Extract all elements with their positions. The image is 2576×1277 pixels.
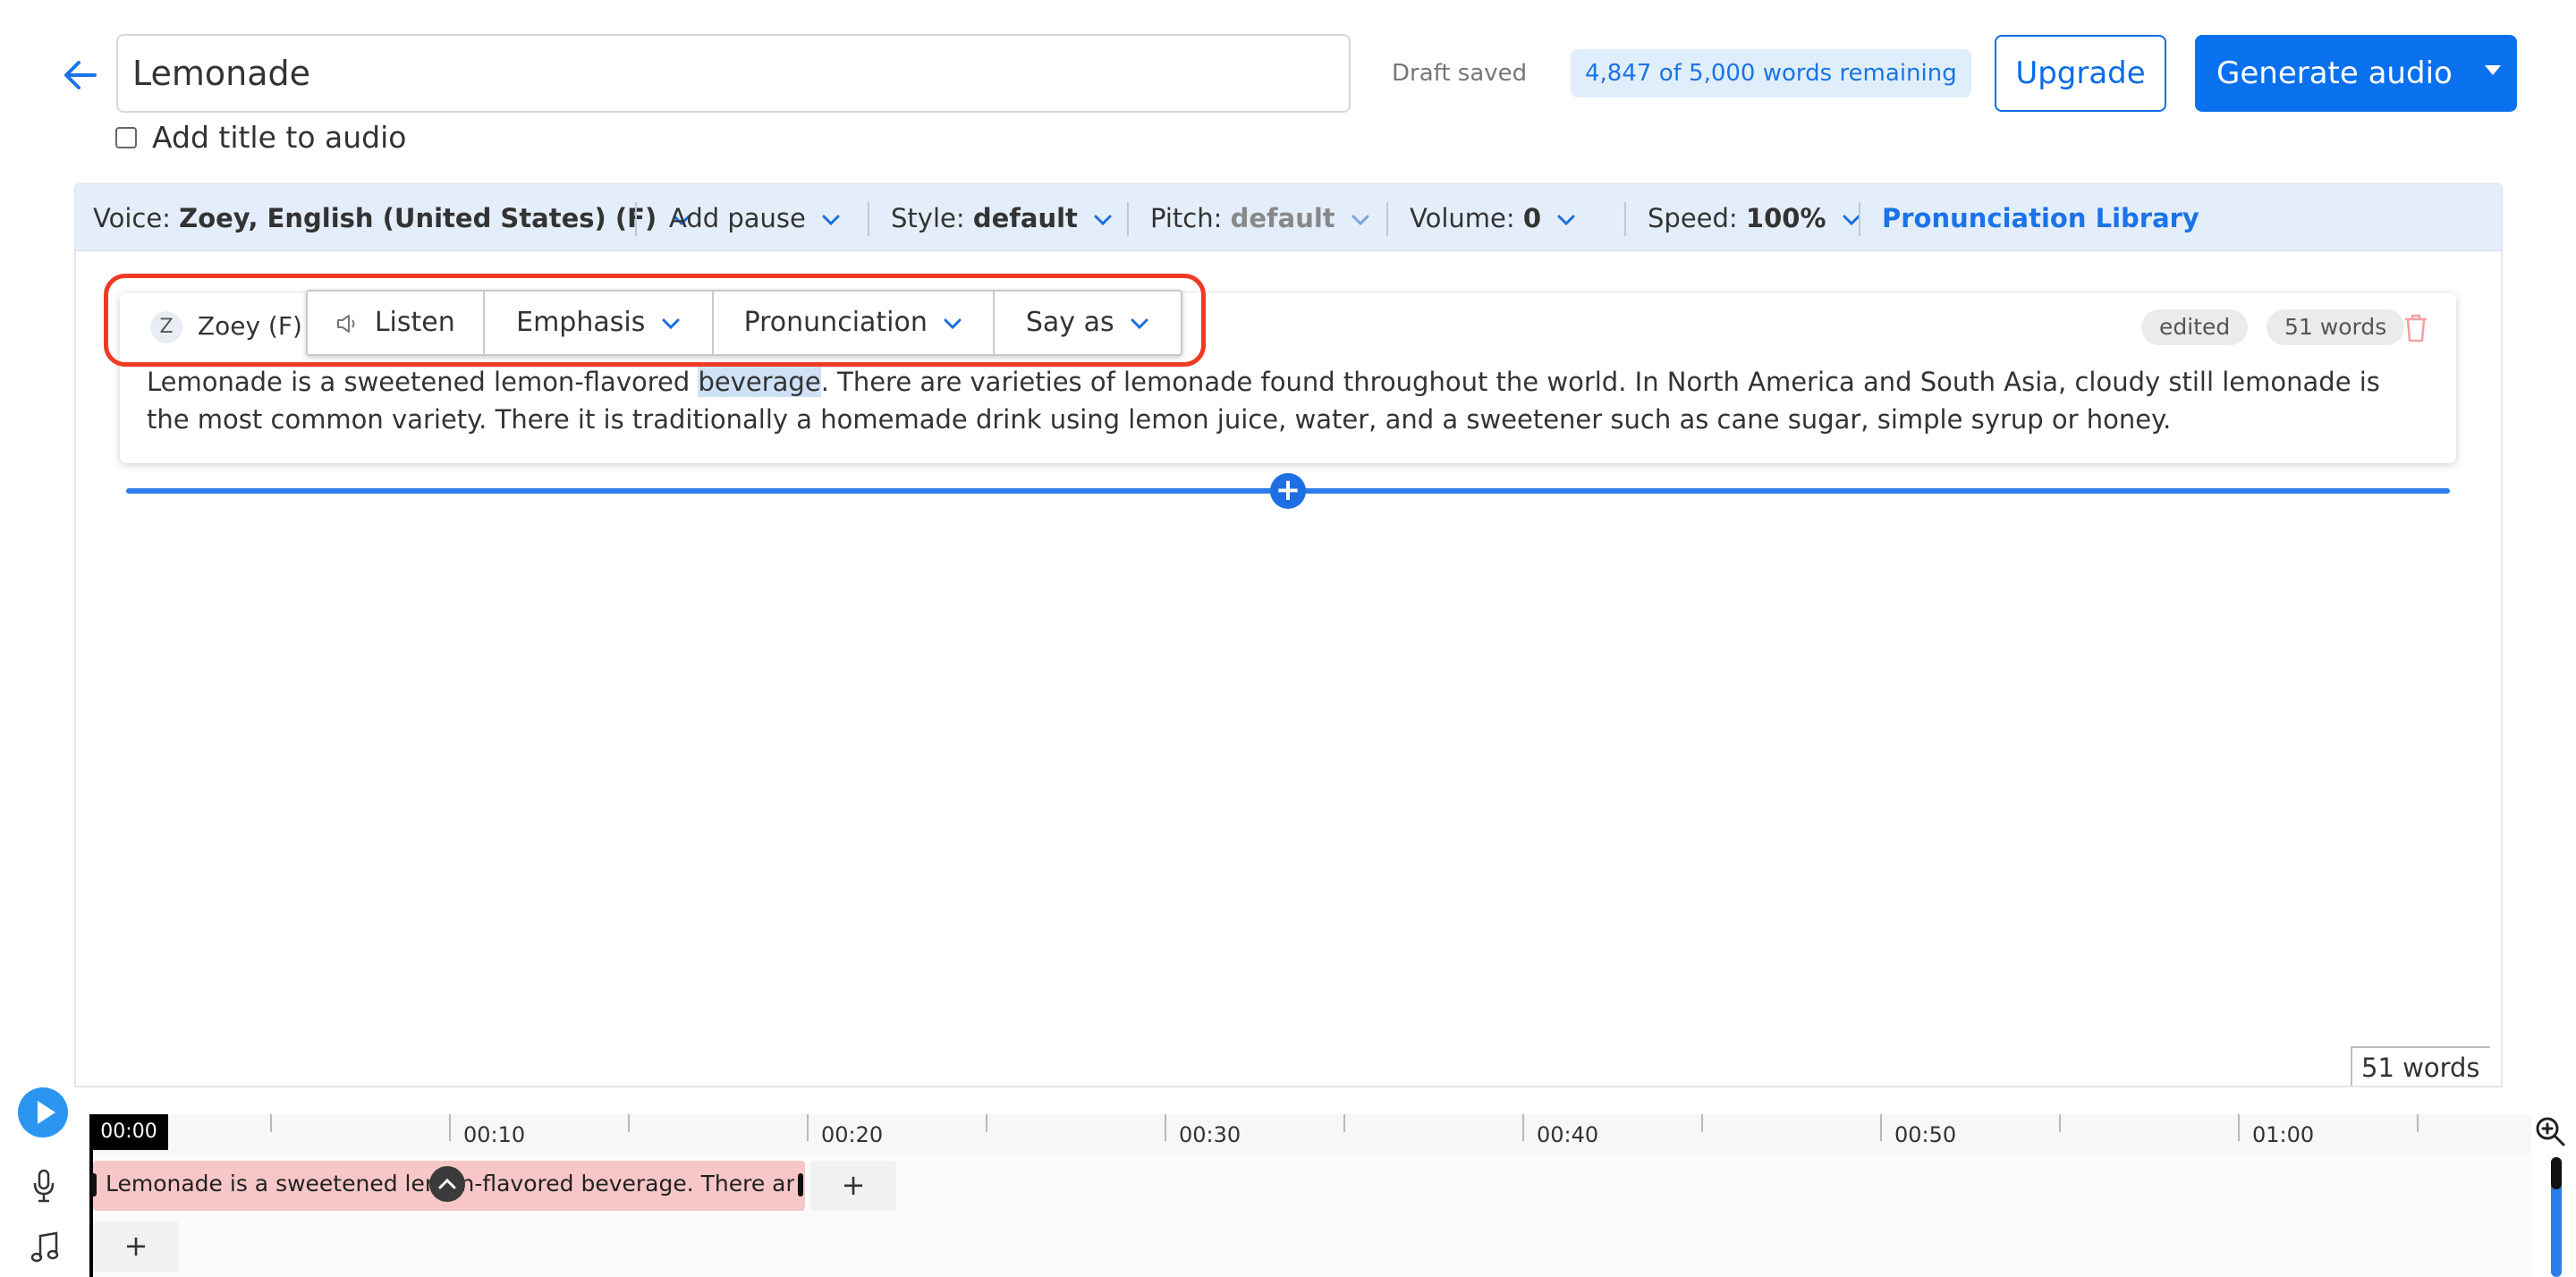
- chevron-up-icon[interactable]: [429, 1166, 465, 1202]
- ruler-tick: [628, 1114, 630, 1132]
- music-note-icon: [29, 1230, 61, 1264]
- chevron-down-icon: [821, 214, 841, 226]
- scrollbar-thumb[interactable]: [2551, 1157, 2562, 1189]
- speed-label: Speed:: [1648, 203, 1738, 233]
- block-word-count-badge: 51 words: [2267, 309, 2405, 345]
- ruler-tick: [1343, 1114, 1345, 1132]
- block-text[interactable]: Lemonade is a sweetened lemon-flavored b…: [147, 363, 2419, 438]
- play-icon: [38, 1101, 55, 1124]
- voice-selector[interactable]: Voice: Zoey, English (United States) (F): [93, 184, 691, 252]
- speed-dropdown[interactable]: Speed: 100%: [1648, 184, 1861, 252]
- block-text-before: Lemonade is a sweetened lemon-flavored: [147, 367, 699, 397]
- chevron-down-icon: [1351, 214, 1370, 226]
- toolbar-divider: [868, 202, 869, 236]
- edited-badge: edited: [2141, 309, 2249, 345]
- ruler-tick: [270, 1114, 272, 1132]
- clip-handle-right[interactable]: [798, 1173, 803, 1197]
- ruler-tick: [2238, 1114, 2240, 1141]
- pitch-dropdown[interactable]: Pitch: default: [1150, 184, 1370, 252]
- add-pause-dropdown[interactable]: Add pause: [669, 184, 841, 252]
- editor-word-count: 51 words: [2351, 1046, 2490, 1086]
- style-value: default: [972, 203, 1078, 233]
- toolbar-divider: [1127, 202, 1129, 236]
- ruler-tick: [449, 1114, 451, 1141]
- style-label: Style:: [891, 203, 965, 233]
- add-title-checkbox[interactable]: [115, 127, 137, 148]
- generate-audio-button[interactable]: Generate audio: [2195, 35, 2517, 112]
- caret-down-icon[interactable]: [2485, 65, 2501, 75]
- toolbar-divider: [1386, 202, 1388, 236]
- volume-value: 0: [1522, 203, 1542, 233]
- add-clip-button[interactable]: +: [810, 1161, 896, 1211]
- add-title-label: Add title to audio: [152, 120, 407, 155]
- timeline-ruler[interactable]: 00:10 00:20 00:30 00:40 00:50 01:00: [89, 1114, 2531, 1154]
- ruler-label: 00:30: [1179, 1122, 1241, 1147]
- ruler-tick: [986, 1114, 987, 1132]
- pitch-label: Pitch:: [1150, 203, 1223, 233]
- toolbar-divider: [1859, 202, 1860, 236]
- pronunciation-library-link[interactable]: Pronunciation Library: [1882, 184, 2199, 252]
- add-pause-label: Add pause: [669, 203, 806, 233]
- microphone-icon: [30, 1168, 57, 1204]
- add-music-button[interactable]: +: [93, 1222, 179, 1272]
- chevron-down-icon: [1556, 214, 1576, 226]
- speed-value: 100%: [1745, 203, 1826, 233]
- ruler-label: 00:10: [463, 1122, 526, 1147]
- title-input[interactable]: [116, 34, 1351, 113]
- clip-handle-left[interactable]: [91, 1173, 97, 1197]
- ruler-label: 00:20: [821, 1122, 884, 1147]
- ruler-tick: [1522, 1114, 1524, 1141]
- ruler-tick: [1165, 1114, 1166, 1141]
- add-block-button[interactable]: +: [1270, 473, 1306, 509]
- toolbar-divider: [1624, 202, 1626, 236]
- voice-value: Zoey, English (United States) (F): [179, 203, 657, 233]
- ruler-tick: [1701, 1114, 1703, 1132]
- voice-label: Voice:: [93, 203, 171, 233]
- voice-toolbar: Voice: Zoey, English (United States) (F)…: [74, 183, 2503, 251]
- trash-icon[interactable]: [2402, 313, 2429, 343]
- pitch-value: default: [1230, 203, 1335, 233]
- generate-audio-label: Generate audio: [2216, 55, 2453, 91]
- volume-label: Volume:: [1410, 203, 1515, 233]
- ruler-tick: [2417, 1114, 2419, 1132]
- ruler-label: 01:00: [2252, 1122, 2315, 1147]
- upgrade-button[interactable]: Upgrade: [1995, 35, 2166, 112]
- chevron-down-icon: [1093, 214, 1113, 226]
- back-arrow-icon[interactable]: [59, 54, 102, 97]
- style-dropdown[interactable]: Style: default: [891, 184, 1113, 252]
- ruler-tick: [807, 1114, 809, 1141]
- ruler-tick: [2059, 1114, 2061, 1132]
- highlight-annotation: [104, 274, 1206, 367]
- current-time: 00:00: [89, 1114, 168, 1150]
- selected-word[interactable]: beverage: [698, 367, 821, 397]
- toolbar-divider: [635, 202, 637, 236]
- play-button[interactable]: [18, 1087, 68, 1137]
- ruler-tick: [1880, 1114, 1882, 1141]
- ruler-label: 00:50: [1894, 1122, 1957, 1147]
- ruler-label: 00:40: [1537, 1122, 1599, 1147]
- zoom-in-icon[interactable]: [2533, 1114, 2569, 1150]
- volume-dropdown[interactable]: Volume: 0: [1410, 184, 1576, 252]
- words-remaining-badge: 4,847 of 5,000 words remaining: [1571, 49, 1971, 97]
- draft-status: Draft saved: [1392, 60, 1528, 87]
